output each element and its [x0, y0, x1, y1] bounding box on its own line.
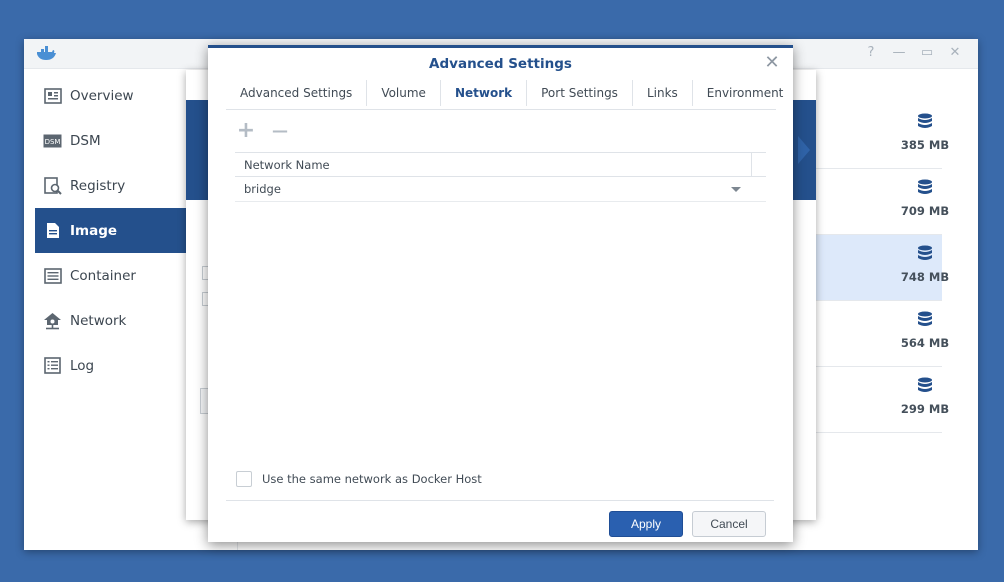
tab-links[interactable]: Links	[633, 80, 693, 106]
database-icon	[918, 179, 932, 194]
container-icon	[43, 266, 62, 285]
tab-port-settings[interactable]: Port Settings	[527, 80, 633, 106]
footer-divider	[226, 500, 774, 501]
tab-network[interactable]: Network	[441, 80, 528, 106]
database-icon	[918, 113, 932, 128]
sidebar-item-label: DSM	[70, 132, 101, 149]
sidebar-item-image[interactable]: Image	[35, 208, 187, 253]
same-network-checkbox[interactable]	[236, 471, 252, 487]
tab-volume[interactable]: Volume	[367, 80, 441, 106]
sidebar-item-label: Image	[70, 222, 118, 239]
chevron-right-icon	[798, 136, 810, 164]
maximize-icon[interactable]: ▭	[919, 45, 935, 61]
same-network-label: Use the same network as Docker Host	[262, 472, 482, 486]
registry-icon	[43, 176, 62, 195]
add-network-button[interactable]: +	[235, 120, 257, 142]
image-size: 385 MB	[890, 113, 960, 152]
sidebar-item-label: Container	[70, 267, 136, 284]
network-row[interactable]: bridge	[235, 177, 766, 202]
sidebar-item-label: Registry	[70, 177, 126, 194]
apply-button[interactable]: Apply	[609, 511, 683, 537]
image-size: 299 MB	[890, 377, 960, 416]
cancel-button[interactable]: Cancel	[692, 511, 766, 537]
sidebar-item-registry[interactable]: Registry	[35, 163, 187, 208]
database-icon	[918, 377, 932, 392]
help-icon[interactable]: ?	[863, 45, 879, 61]
sidebar-item-dsm[interactable]: DSM DSM	[35, 118, 187, 163]
network-name-value: bridge	[244, 182, 281, 196]
network-icon	[43, 311, 62, 330]
minimize-icon[interactable]: —	[891, 45, 907, 61]
svg-text:DSM: DSM	[45, 138, 61, 146]
tab-advanced-settings[interactable]: Advanced Settings	[226, 80, 368, 106]
database-icon	[918, 311, 932, 326]
docker-whale-icon	[36, 45, 58, 63]
sidebar-item-label: Network	[70, 312, 127, 329]
network-grid: Network Name bridge	[235, 152, 766, 202]
chevron-down-icon[interactable]	[731, 187, 741, 192]
dialog-title: Advanced Settings	[429, 56, 572, 72]
column-header-network-name[interactable]: Network Name	[235, 152, 766, 177]
image-size: 709 MB	[890, 179, 960, 218]
sidebar-item-label: Overview	[70, 87, 134, 104]
tab-bar: Advanced Settings Volume Network Port Se…	[226, 80, 783, 110]
image-icon	[43, 221, 62, 240]
sidebar-item-container[interactable]: Container	[35, 253, 187, 298]
close-icon[interactable]: ✕	[764, 54, 780, 72]
advanced-settings-dialog: Advanced Settings ✕ Advanced Settings Vo…	[208, 45, 793, 542]
sidebar-item-label: Log	[70, 357, 95, 374]
database-icon	[918, 245, 932, 260]
sidebar-item-log[interactable]: Log	[35, 343, 187, 388]
overview-icon	[43, 86, 62, 105]
dsm-icon: DSM	[43, 131, 62, 150]
tab-environment[interactable]: Environment	[693, 80, 798, 106]
log-icon	[43, 356, 62, 375]
image-size: 564 MB	[890, 311, 960, 350]
close-icon[interactable]: ✕	[947, 45, 963, 61]
remove-network-button[interactable]: —	[269, 122, 291, 140]
sidebar-item-overview[interactable]: Overview	[35, 73, 187, 118]
sidebar-item-network[interactable]: Network	[35, 298, 187, 343]
image-size: 748 MB	[890, 245, 960, 284]
